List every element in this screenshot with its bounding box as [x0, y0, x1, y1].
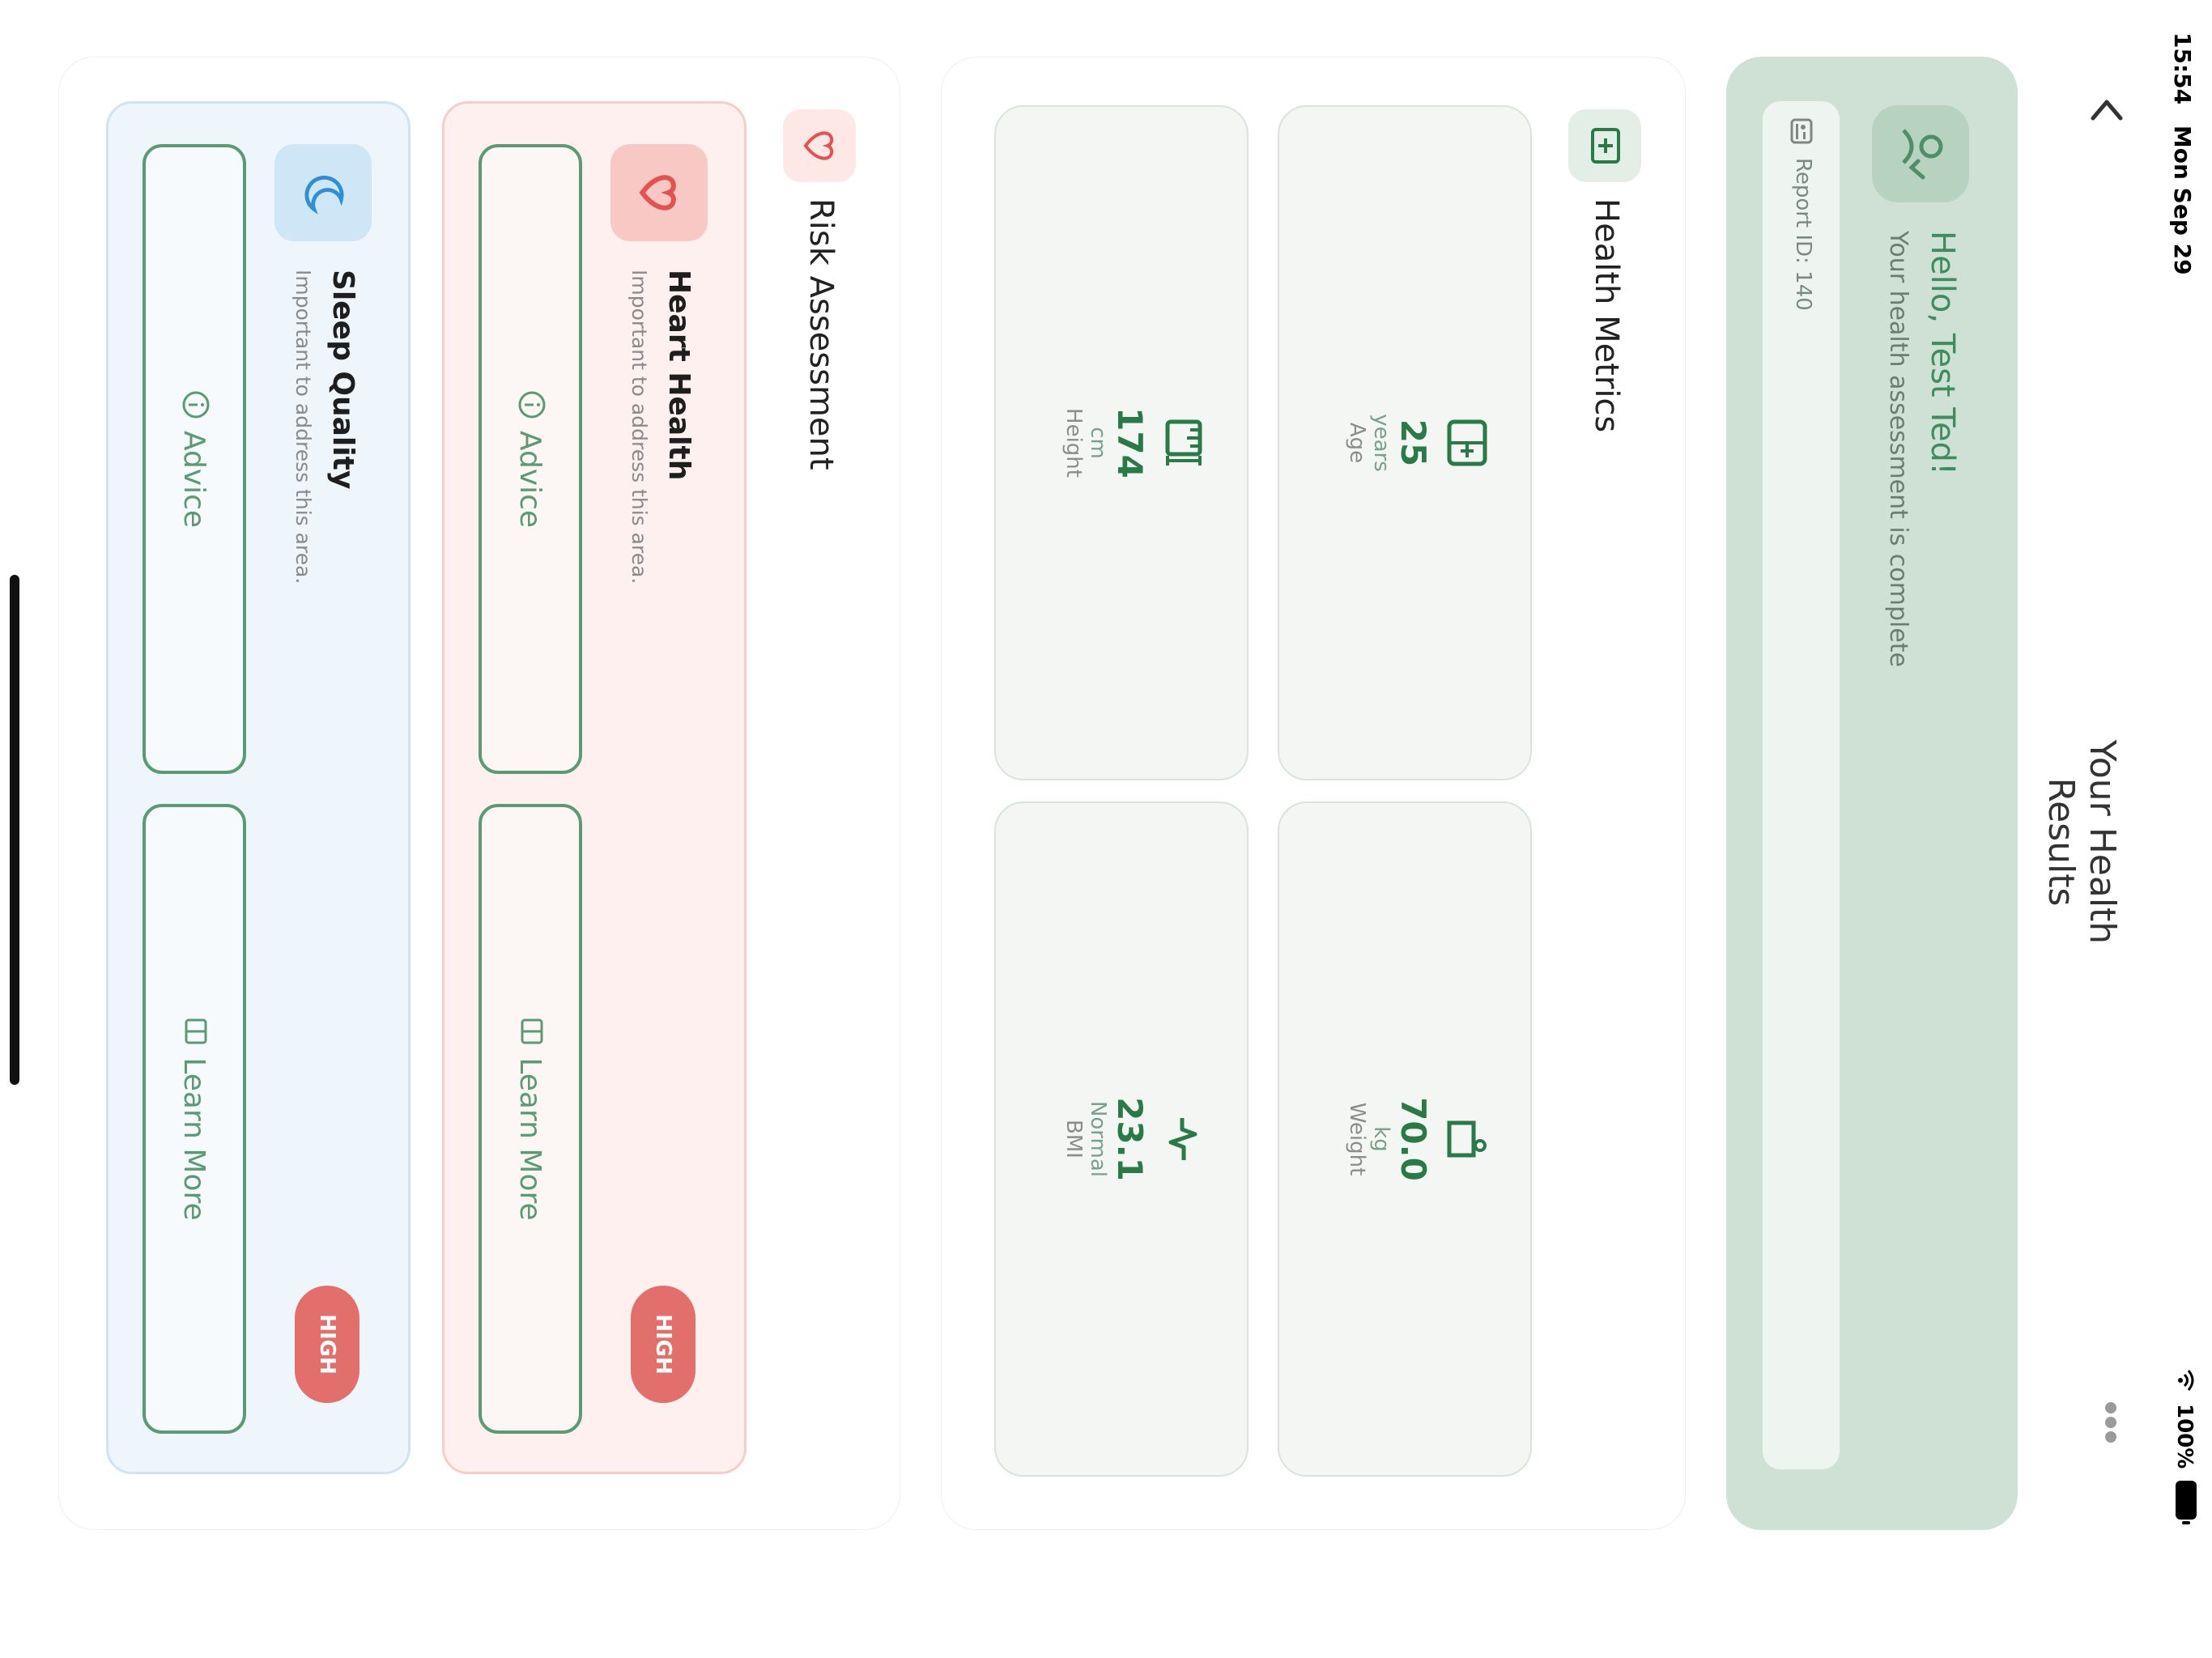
page-title: Your Health Results — [2040, 739, 2123, 945]
chevron-up-icon — [2083, 89, 2123, 130]
metric-card-weight: 70.0 kg Weight — [1278, 801, 1532, 1477]
home-indicator[interactable] — [10, 575, 19, 1085]
risk-icon — [610, 144, 708, 241]
metric-label: Weight — [1345, 1102, 1369, 1176]
metrics-section-icon — [1568, 109, 1641, 182]
more-button[interactable] — [2099, 1401, 2119, 1444]
wifi-icon — [2173, 1368, 2196, 1392]
metric-label: Height — [1061, 408, 1086, 478]
advice-button[interactable]: Advice — [479, 144, 582, 774]
advice-label: Advice — [177, 430, 211, 529]
user-check-icon — [1891, 125, 1950, 182]
moon-icon — [297, 168, 349, 217]
metric-card-height: 174 cm Height — [994, 105, 1249, 780]
battery-percent: 100% — [2172, 1404, 2197, 1469]
metric-label: BMI — [1061, 1120, 1086, 1158]
weight-icon — [1441, 803, 1490, 1475]
metric-card-age: 25 years Age — [1278, 105, 1532, 780]
report-id-pill: Report ID: 140 — [1763, 101, 1840, 1469]
risk-assessment-panel: Risk Assessment Heart Health Important t… — [58, 57, 900, 1530]
battery-icon — [2172, 1480, 2197, 1525]
metric-card-bmi: 23.1 Normal BMI — [994, 801, 1249, 1477]
report-id: Report ID: 140 — [1791, 158, 1815, 311]
greeting-title: Hello, Test Ted! — [1924, 231, 1961, 475]
heart-shield-icon — [798, 125, 841, 166]
risk-card-heart: Heart Health Important to address this a… — [442, 101, 747, 1474]
risk-card-subtitle: Important to address this area. — [627, 270, 651, 585]
metric-value: 70.0 — [1393, 1097, 1433, 1181]
learn-more-label: Learn More — [177, 1057, 211, 1221]
metric-value: 25 — [1393, 419, 1433, 467]
book-icon — [514, 1017, 547, 1046]
risk-level-badge: HIGH — [631, 1286, 696, 1403]
risk-icon — [274, 144, 372, 241]
metric-unit: cm — [1086, 427, 1110, 459]
greeting-subtitle: Your health assessment is complete — [1884, 231, 1912, 668]
metric-unit: years — [1369, 414, 1393, 472]
calendar-icon — [1441, 107, 1490, 779]
info-icon — [178, 390, 211, 419]
risk-card-sleep: Sleep Quality Important to address this … — [106, 101, 410, 1474]
risk-title: Risk Assessment — [802, 198, 840, 470]
medical-kit-icon — [1583, 125, 1627, 166]
ruler-icon — [1158, 107, 1206, 779]
metric-value: 23.1 — [1110, 1097, 1150, 1181]
learn-more-button[interactable]: Learn More — [479, 804, 582, 1434]
app-screen: 15:54 Mon Sep 29 100% Your Health Result… — [0, 0, 2212, 1658]
metric-value: 174 — [1110, 407, 1150, 478]
metrics-title: Health Metrics — [1588, 198, 1625, 433]
metric-unit: kg — [1369, 1126, 1393, 1152]
book-icon — [178, 1017, 211, 1046]
advice-label: Advice — [513, 430, 547, 529]
risk-card-title: Sleep Quality — [326, 270, 359, 490]
status-time-date: 15:54 Mon Sep 29 — [2169, 32, 2196, 275]
risk-card-subtitle: Important to address this area. — [291, 270, 315, 585]
metric-unit: Normal — [1086, 1100, 1110, 1178]
greeting-card: Hello, Test Ted! Your health assessment … — [1726, 57, 2018, 1530]
id-card-icon — [1784, 117, 1815, 145]
info-icon — [514, 390, 547, 419]
status-date: Mon Sep 29 — [2169, 125, 2196, 275]
risk-section-icon — [783, 109, 856, 182]
metric-label: Age — [1345, 422, 1369, 464]
risk-level-badge: HIGH — [295, 1286, 359, 1403]
learn-more-label: Learn More — [513, 1057, 547, 1221]
back-button[interactable] — [2087, 89, 2127, 130]
health-metrics-panel: Health Metrics 25 years Age 70.0 kg Weig… — [941, 57, 1686, 1530]
status-right: 100% — [2172, 1368, 2197, 1525]
risk-card-title: Heart Health — [662, 270, 696, 481]
more-dots-icon — [2099, 1401, 2116, 1444]
status-time: 15:54 — [2169, 32, 2196, 105]
advice-button[interactable]: Advice — [143, 144, 246, 774]
learn-more-button[interactable]: Learn More — [143, 804, 246, 1434]
avatar — [1872, 105, 1969, 202]
heart-icon — [633, 168, 685, 217]
pulse-icon — [1158, 803, 1206, 1475]
